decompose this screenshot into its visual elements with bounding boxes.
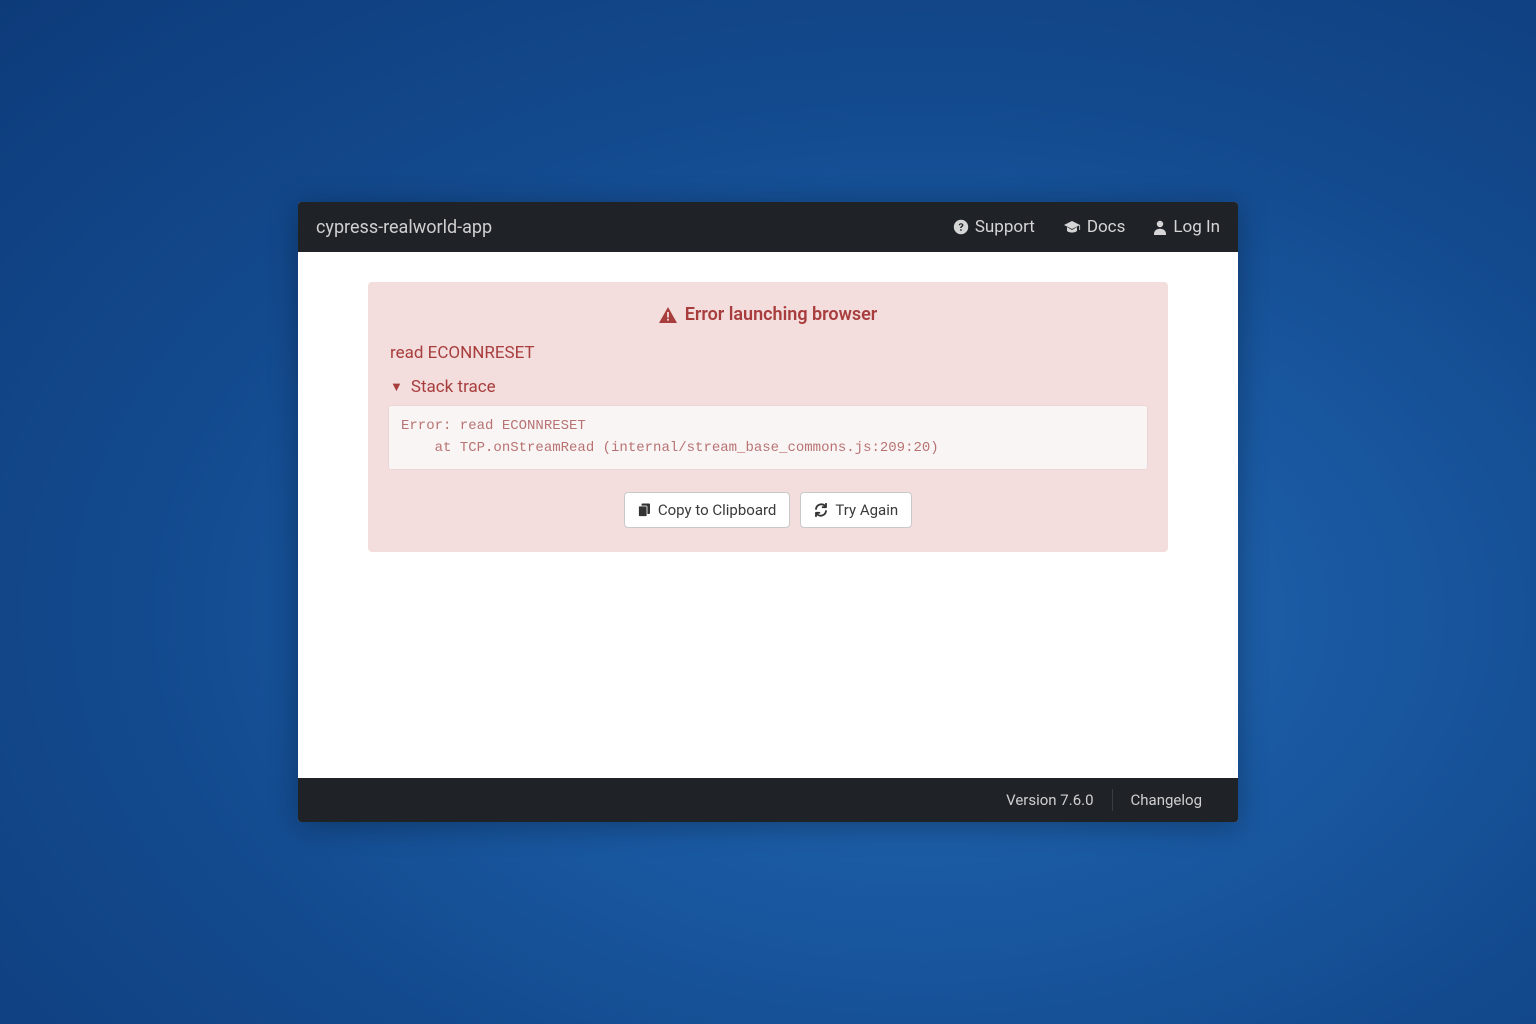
error-message: read ECONNRESET	[388, 343, 1148, 363]
try-again-button[interactable]: Try Again	[800, 492, 912, 528]
app-title: cypress-realworld-app	[316, 217, 492, 238]
stack-trace-toggle[interactable]: ▼ Stack trace	[388, 377, 1148, 397]
footer-bar: Version 7.6.0 Changelog	[298, 778, 1238, 822]
warning-icon	[659, 307, 677, 323]
docs-label: Docs	[1087, 217, 1126, 237]
try-again-button-label: Try Again	[835, 501, 898, 519]
app-window: cypress-realworld-app Support Docs	[298, 202, 1238, 822]
copy-to-clipboard-button[interactable]: Copy to Clipboard	[624, 492, 791, 528]
caret-down-icon: ▼	[390, 379, 403, 395]
question-circle-icon	[953, 219, 969, 235]
docs-link[interactable]: Docs	[1063, 217, 1126, 237]
graduation-cap-icon	[1063, 219, 1081, 235]
version-label: Version 7.6.0	[988, 791, 1111, 809]
login-link[interactable]: Log In	[1153, 217, 1220, 237]
error-title: Error launching browser	[685, 304, 878, 325]
stack-trace-code: Error: read ECONNRESET at TCP.onStreamRe…	[388, 405, 1148, 470]
support-link[interactable]: Support	[953, 217, 1035, 237]
error-panel: Error launching browser read ECONNRESET …	[368, 282, 1168, 552]
button-row: Copy to Clipboard Try Again	[388, 492, 1148, 528]
clipboard-icon	[638, 503, 651, 517]
error-title-row: Error launching browser	[388, 304, 1148, 325]
header-bar: cypress-realworld-app Support Docs	[298, 202, 1238, 252]
stack-trace-label: Stack trace	[411, 377, 496, 397]
support-label: Support	[975, 217, 1035, 237]
copy-button-label: Copy to Clipboard	[658, 501, 777, 519]
changelog-link[interactable]: Changelog	[1113, 791, 1220, 809]
main-content: Error launching browser read ECONNRESET …	[298, 252, 1238, 778]
refresh-icon	[814, 503, 828, 517]
login-label: Log In	[1173, 217, 1220, 237]
user-icon	[1153, 219, 1167, 235]
